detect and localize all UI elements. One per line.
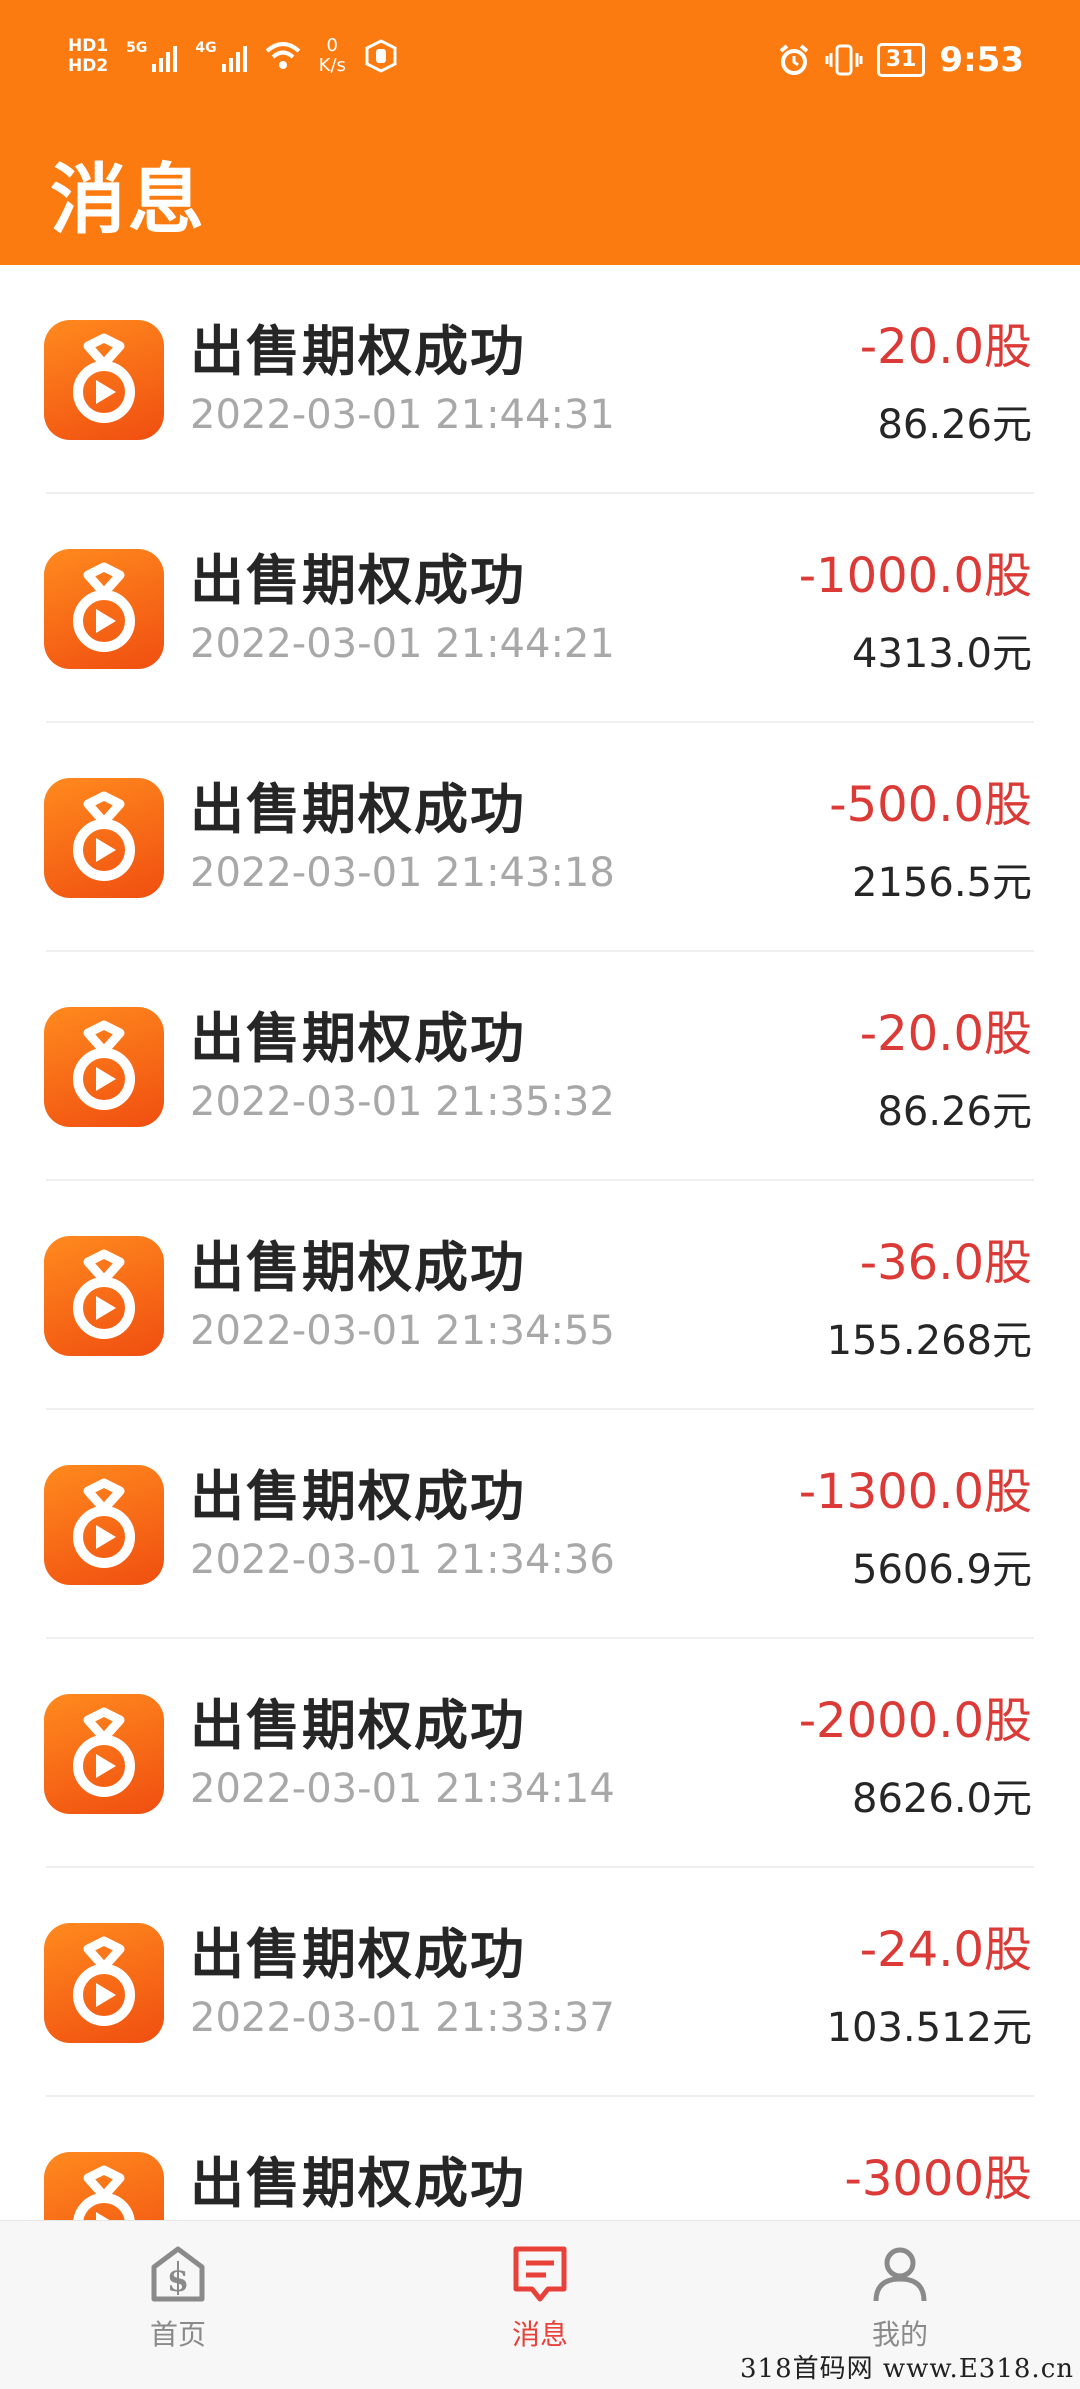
message-title: 出售期权成功 bbox=[190, 1923, 526, 1986]
share-amount: -24.0股 bbox=[859, 1922, 1032, 1978]
message-item[interactable]: 出售期权成功 2022-03-01 21:43:18 -500.0股 2156.5元 bbox=[0, 723, 1080, 952]
signal-icon-2: 4G bbox=[195, 40, 247, 72]
message-item[interactable]: 出售期权成功 -3000股 bbox=[0, 2097, 1080, 2220]
sim1-label: HD1 bbox=[68, 36, 109, 56]
message-time: 2022-03-01 21:43:18 bbox=[190, 850, 615, 896]
message-item[interactable]: 出售期权成功 2022-03-01 21:34:36 -1300.0股 5606.9元 bbox=[0, 1410, 1080, 1639]
share-amount: -2000.0股 bbox=[798, 1693, 1032, 1749]
tab-bar: S 首页 消息 我的 318首码网 www.E318.cn bbox=[0, 2220, 1080, 2389]
person-icon bbox=[873, 2247, 927, 2302]
message-list[interactable]: 出售期权成功 2022-03-01 21:44:31 -20.0股 86.26元 出售期… bbox=[0, 265, 1080, 2220]
cash-value: 86.26元 bbox=[877, 402, 1032, 448]
app-logo-icon bbox=[44, 1694, 164, 1814]
app-logo-icon bbox=[44, 1007, 164, 1127]
cash-value: 5606.9元 bbox=[852, 1547, 1032, 1593]
cash-value: 86.26元 bbox=[877, 1089, 1032, 1135]
message-title: 出售期权成功 bbox=[190, 1465, 526, 1528]
message-title: 出售期权成功 bbox=[190, 549, 526, 612]
share-amount: -1300.0股 bbox=[798, 1464, 1032, 1520]
watermark: 318首码网 www.E318.cn bbox=[739, 2354, 1074, 2384]
network-type-1: 5G bbox=[126, 40, 148, 56]
app-logo-icon bbox=[44, 1465, 164, 1585]
message-time: 2022-03-01 21:34:36 bbox=[190, 1537, 615, 1583]
cash-value: 2156.5元 bbox=[852, 860, 1032, 906]
message-time: 2022-03-01 21:34:55 bbox=[190, 1308, 615, 1354]
alarm-icon bbox=[779, 44, 809, 75]
tab-messages[interactable]: 消息 bbox=[480, 2243, 600, 2353]
message-time: 2022-03-01 21:44:31 bbox=[190, 392, 615, 438]
home-dollar-icon: S bbox=[151, 2246, 205, 2302]
signal-icon-1: 5G bbox=[126, 40, 178, 72]
message-icon bbox=[513, 2246, 567, 2302]
message-title: 出售期权成功 bbox=[190, 2152, 526, 2215]
message-item[interactable]: 出售期权成功 2022-03-01 21:33:37 -24.0股 103.512元 bbox=[0, 1868, 1080, 2097]
wifi-icon bbox=[265, 42, 300, 69]
message-title: 出售期权成功 bbox=[190, 1007, 526, 1070]
cash-value: 4313.0元 bbox=[852, 631, 1032, 677]
network-type-2: 4G bbox=[195, 40, 217, 56]
net-speed: 0 K/s bbox=[319, 36, 346, 76]
status-time: 9:53 bbox=[939, 40, 1024, 80]
app-logo-icon bbox=[44, 2152, 164, 2220]
message-item[interactable]: 出售期权成功 2022-03-01 21:35:32 -20.0股 86.26元 bbox=[0, 952, 1080, 1181]
message-title: 出售期权成功 bbox=[190, 320, 526, 383]
message-title: 出售期权成功 bbox=[190, 778, 526, 841]
message-title: 出售期权成功 bbox=[190, 1236, 526, 1299]
share-amount: -36.0股 bbox=[859, 1235, 1032, 1291]
app-logo-icon bbox=[44, 549, 164, 669]
sim-indicators: HD1 HD2 bbox=[68, 36, 108, 76]
hand-icon bbox=[365, 39, 397, 73]
message-item[interactable]: 出售期权成功 2022-03-01 21:44:31 -20.0股 86.26元 bbox=[0, 265, 1080, 494]
message-title: 出售期权成功 bbox=[190, 1694, 526, 1757]
message-item[interactable]: 出售期权成功 2022-03-01 21:44:21 -1000.0股 4313.0元 bbox=[0, 494, 1080, 723]
cash-value: 155.268元 bbox=[826, 1318, 1032, 1364]
tab-home-label: 首页 bbox=[149, 2318, 206, 2351]
share-amount: -1000.0股 bbox=[798, 548, 1032, 604]
net-speed-value: 0 bbox=[326, 35, 338, 56]
share-amount: -20.0股 bbox=[859, 319, 1032, 375]
cash-value: 103.512元 bbox=[826, 2005, 1032, 2051]
status-bar: HD1 HD2 5G 4G 0 K/s 31 9:53 bbox=[0, 0, 1080, 130]
app-logo-icon bbox=[44, 778, 164, 898]
tab-messages-label: 消息 bbox=[511, 2318, 568, 2351]
app-logo-icon bbox=[44, 1236, 164, 1356]
cash-value: 8626.0元 bbox=[852, 1776, 1032, 1822]
tab-mine[interactable]: 我的 bbox=[840, 2243, 960, 2353]
app-logo-icon bbox=[44, 320, 164, 440]
message-item[interactable]: 出售期权成功 2022-03-01 21:34:55 -36.0股 155.268元 bbox=[0, 1181, 1080, 1410]
message-item[interactable]: 出售期权成功 2022-03-01 21:34:14 -2000.0股 8626.0元 bbox=[0, 1639, 1080, 1868]
share-amount: -500.0股 bbox=[829, 777, 1032, 833]
tab-mine-label: 我的 bbox=[871, 2318, 928, 2351]
share-amount: -3000股 bbox=[844, 2151, 1032, 2207]
message-time: 2022-03-01 21:34:14 bbox=[190, 1766, 615, 1812]
message-time: 2022-03-01 21:33:37 bbox=[190, 1995, 615, 2041]
message-time: 2022-03-01 21:44:21 bbox=[190, 621, 615, 667]
page-title: 消息 bbox=[50, 155, 206, 244]
sim2-label: HD2 bbox=[68, 56, 109, 76]
vibrate-icon bbox=[825, 44, 863, 76]
message-time: 2022-03-01 21:35:32 bbox=[190, 1079, 615, 1125]
tab-home[interactable]: S 首页 bbox=[118, 2243, 238, 2353]
header: HD1 HD2 5G 4G 0 K/s 31 9:53 消息 bbox=[0, 0, 1080, 265]
net-speed-unit: K/s bbox=[318, 55, 346, 76]
app-logo-icon bbox=[44, 1923, 164, 2043]
battery-icon: 31 bbox=[876, 43, 926, 77]
share-amount: -20.0股 bbox=[859, 1006, 1032, 1062]
